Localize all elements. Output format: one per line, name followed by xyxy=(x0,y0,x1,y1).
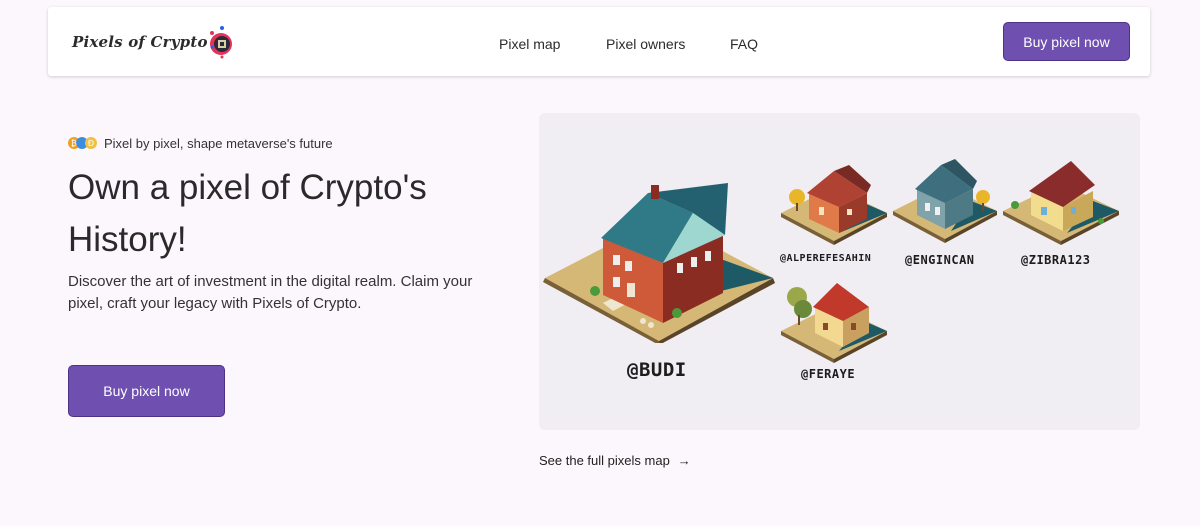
tagline: Pixel by pixel, shape metaverse's future xyxy=(104,135,333,151)
nav-buy-pixel-button[interactable]: Buy pixel now xyxy=(1003,22,1130,61)
pixel-showcase-panel: @BUDI @ALPEREFESAHIN @ENGINCAN @ZIBRA123… xyxy=(539,113,1140,430)
arrow-right-icon: → xyxy=(677,453,691,468)
house-budi-image[interactable] xyxy=(543,183,775,343)
owner-label-zibra123[interactable]: @ZIBRA123 xyxy=(1021,253,1091,267)
nav-link-pixel-owners[interactable]: Pixel owners xyxy=(606,36,685,52)
owner-label-engincan[interactable]: @ENGINCAN xyxy=(905,253,975,267)
owner-label-alperefesahin[interactable]: @ALPEREFESAHIN xyxy=(780,253,871,264)
svg-text:Ð: Ð xyxy=(88,139,94,148)
logo-text[interactable]: Pixels of Crypto xyxy=(72,33,208,51)
coins-icon: ₿ Ð xyxy=(68,137,97,149)
tagline-row: ₿ Ð Pixel by pixel, shape metaverse's fu… xyxy=(68,135,333,151)
hero-buy-pixel-button[interactable]: Buy pixel now xyxy=(68,365,225,417)
owner-label-feraye[interactable]: @FERAYE xyxy=(801,367,855,381)
full-pixels-map-label: See the full pixels map xyxy=(539,453,670,468)
hero-title: Own a pixel of Crypto's History! xyxy=(68,168,427,259)
house-engincan-image[interactable] xyxy=(891,155,999,245)
nav-link-pixel-map[interactable]: Pixel map xyxy=(499,36,560,52)
nav-link-faq[interactable]: FAQ xyxy=(730,36,758,52)
svg-text:₿: ₿ xyxy=(71,139,77,148)
logo-icon[interactable] xyxy=(206,25,236,59)
navbar: Pixels of Crypto Pixel map Pixel owners … xyxy=(48,7,1150,76)
hero-description: Discover the art of investment in the di… xyxy=(68,273,473,312)
house-alperefesahin-image[interactable] xyxy=(779,163,889,249)
full-pixels-map-link[interactable]: See the full pixels map → xyxy=(539,453,691,468)
owner-label-budi[interactable]: @BUDI xyxy=(627,359,687,381)
house-feraye-image[interactable] xyxy=(779,273,889,365)
house-zibra123-image[interactable] xyxy=(1001,157,1121,245)
